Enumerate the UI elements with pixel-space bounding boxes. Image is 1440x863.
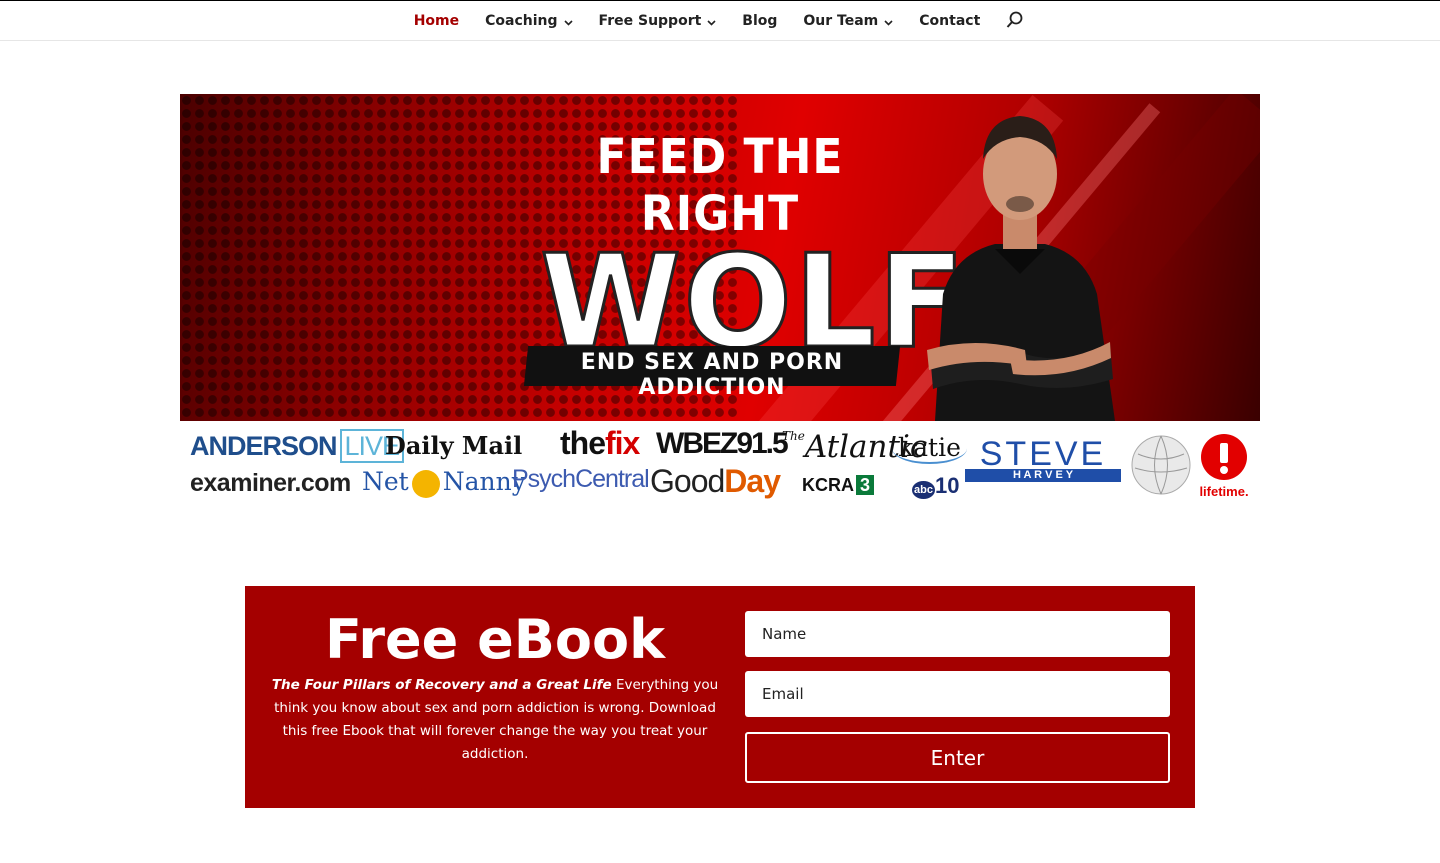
banner-line-1: FEED THE RIGHT — [596, 128, 844, 243]
nav-blog[interactable]: Blog — [742, 13, 777, 29]
wikipedia-globe-icon — [1130, 434, 1192, 501]
logo-lifetime: lifetime. — [1198, 433, 1250, 499]
search-icon[interactable] — [1006, 11, 1026, 31]
banner-tagline: END SEX AND PORN ADDICTION — [580, 350, 844, 400]
nav-our-team-label: Our Team — [803, 13, 879, 29]
logo-examiner: examiner.com — [190, 469, 351, 497]
email-field[interactable] — [745, 671, 1170, 717]
ebook-optin: Free eBook The Four Pillars of Recovery … — [245, 586, 1195, 808]
logo-psychcentral: PsychCentral — [512, 465, 650, 493]
logo-lifetime-text: lifetime. — [1199, 484, 1249, 499]
logo-good-text: Good — [650, 463, 725, 499]
hero-banner: FEED THE RIGHT WOLF END SEX AND PORN ADD… — [180, 94, 1260, 421]
logo-good-day: GoodDay — [650, 463, 781, 500]
logo-fix-text: fix — [605, 425, 640, 461]
nav-contact-label: Contact — [919, 13, 981, 29]
press-logos: ANDERSON LIVE Daily Mail thefix WBEZ91.5 … — [180, 421, 1260, 501]
logo-the-fix: thefix — [560, 425, 640, 462]
nav-coaching-label: Coaching — [485, 13, 558, 29]
nav-home-label: Home — [413, 13, 460, 29]
logo-steve-text: STEVE — [979, 435, 1107, 473]
ebook-description: The Four Pillars of Recovery and a Great… — [265, 674, 725, 766]
lifetime-circle-icon — [1201, 434, 1247, 480]
logo-katie: katie — [892, 433, 967, 464]
ebook-book-title: The Four Pillars of Recovery and a Great… — [271, 677, 612, 693]
ebook-title: Free eBook — [324, 608, 665, 671]
logo-anderson-text: ANDERSON — [190, 431, 338, 461]
name-field[interactable] — [745, 611, 1170, 657]
chevron-down-icon — [884, 16, 893, 29]
nav-home[interactable]: Home — [414, 13, 459, 29]
main-nav: Home Coaching Free Support Blog Our Team… — [0, 1, 1440, 41]
chevron-down-icon — [707, 16, 716, 29]
logo-wbez: WBEZ91.5 — [656, 427, 789, 460]
chevron-down-icon — [563, 16, 573, 29]
logo-anderson-live: ANDERSON LIVE — [190, 429, 405, 463]
logo-kcra-num: 3 — [856, 475, 875, 495]
coach-photo — [927, 116, 1115, 421]
nav-coaching[interactable]: Coaching — [485, 13, 573, 29]
logo-net-text: Net — [362, 467, 409, 496]
enter-button[interactable]: Enter — [745, 732, 1170, 783]
logo-kcra: KCRA 3 — [802, 475, 875, 496]
banner-headline: FEED THE RIGHT WOLF — [539, 129, 967, 373]
nav-free-support[interactable]: Free Support — [599, 13, 717, 29]
logo-net-nanny: Net Nanny — [362, 467, 526, 498]
logo-daily-mail: Daily Mail — [385, 431, 523, 460]
logo-the-text: the — [560, 425, 606, 461]
logo-abc10: abc10 — [912, 473, 959, 499]
logo-steve-harvey: STEVE H A R V E Y — [965, 435, 1121, 482]
logo-kcra-text: KCRA — [802, 475, 854, 495]
nav-contact[interactable]: Contact — [919, 13, 980, 29]
navbar: Home Coaching Free Support Blog Our Team… — [0, 1, 1440, 41]
logo-abc-num: 10 — [934, 473, 960, 498]
nav-blog-label: Blog — [742, 13, 778, 29]
logo-abc-text: abc — [912, 481, 935, 499]
nav-free-support-label: Free Support — [598, 13, 702, 29]
nav-our-team[interactable]: Our Team — [803, 13, 893, 29]
logo-day-text: Day — [724, 463, 781, 499]
net-nanny-badge-icon — [411, 469, 440, 498]
logo-the-small-text: The — [782, 429, 805, 443]
